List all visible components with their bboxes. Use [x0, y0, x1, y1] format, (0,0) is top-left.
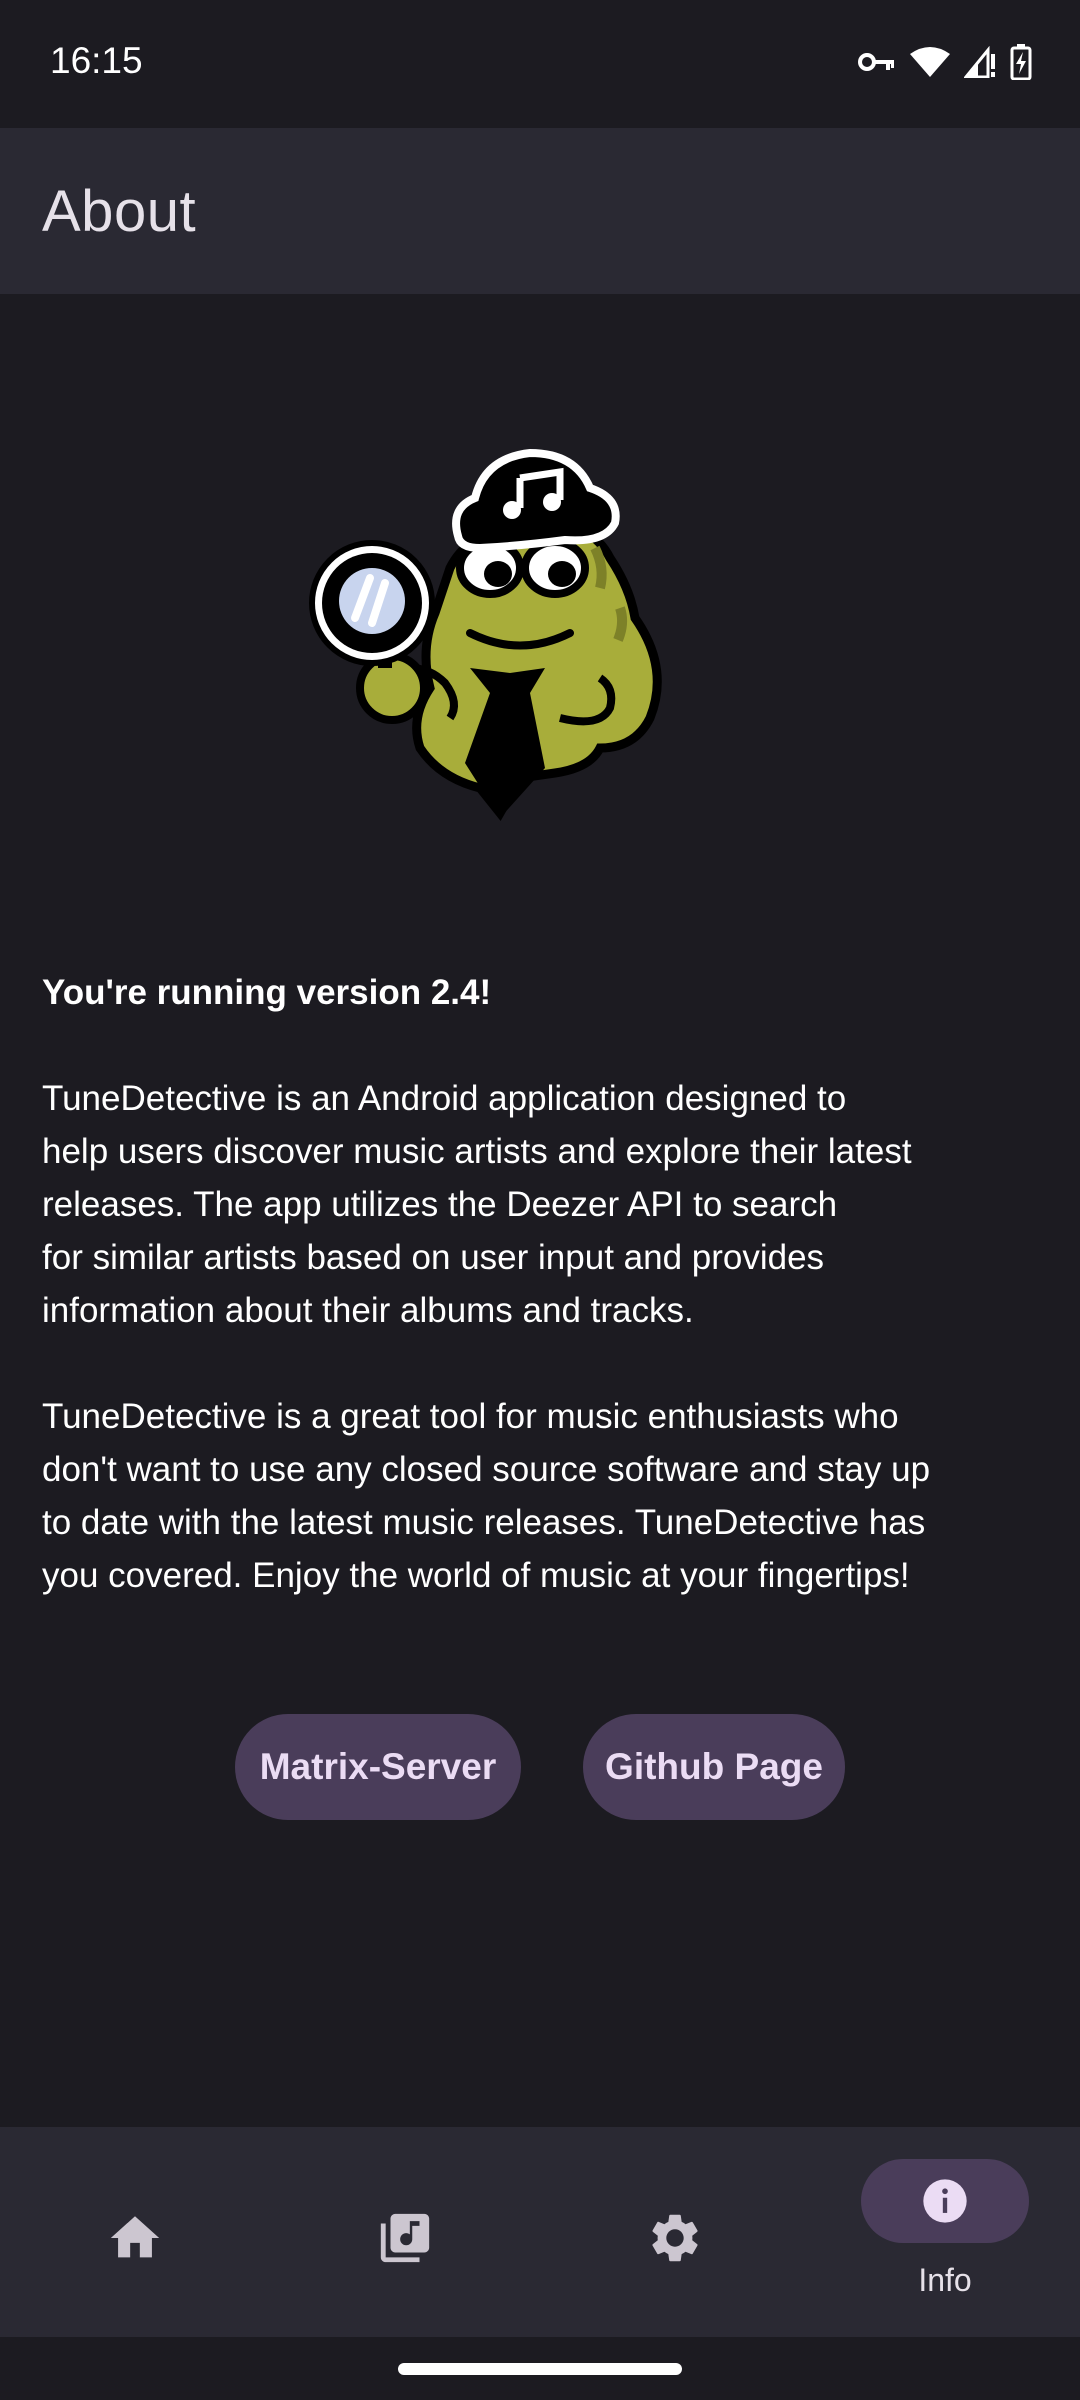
matrix-server-button[interactable]: Matrix-Server	[235, 1714, 521, 1820]
version-text: You're running version 2.4!	[42, 973, 492, 1012]
about-content: You're running version 2.4! TuneDetectiv…	[42, 966, 1042, 1655]
nav-item-home[interactable]	[0, 2127, 270, 2337]
gear-icon	[652, 2214, 698, 2262]
detective-frog-icon	[300, 418, 770, 868]
status-icons	[858, 43, 1032, 85]
nav-item-info-label: Info	[918, 2262, 972, 2298]
github-page-button[interactable]: Github Page	[583, 1714, 845, 1820]
page-title: About	[42, 179, 197, 244]
gesture-navigation-bar[interactable]	[398, 2363, 682, 2375]
nav-active-indicator	[861, 2159, 1029, 2243]
top-app-bar: About	[0, 128, 1080, 294]
description-paragraph-1: TuneDetective is an Android application …	[42, 1079, 912, 1330]
status-time: 16:15	[50, 40, 143, 81]
wifi-icon	[910, 46, 950, 83]
bottom-navigation: Info	[0, 2127, 1080, 2337]
nav-item-settings[interactable]	[540, 2127, 810, 2337]
battery-charging-icon	[1010, 43, 1032, 85]
vpn-key-icon	[858, 51, 896, 78]
info-icon	[923, 2179, 967, 2223]
about-screen: 16:15 About You're running version 2.4! …	[0, 0, 1080, 2400]
home-icon	[110, 2216, 160, 2258]
status-bar: 16:15	[0, 0, 1080, 128]
nav-item-library[interactable]	[270, 2127, 540, 2337]
library-music-icon	[380, 2213, 430, 2263]
description-paragraph-2: TuneDetective is a great tool for music …	[42, 1397, 931, 1595]
nav-item-info[interactable]: Info	[810, 2127, 1080, 2337]
signal-icon	[962, 45, 996, 83]
